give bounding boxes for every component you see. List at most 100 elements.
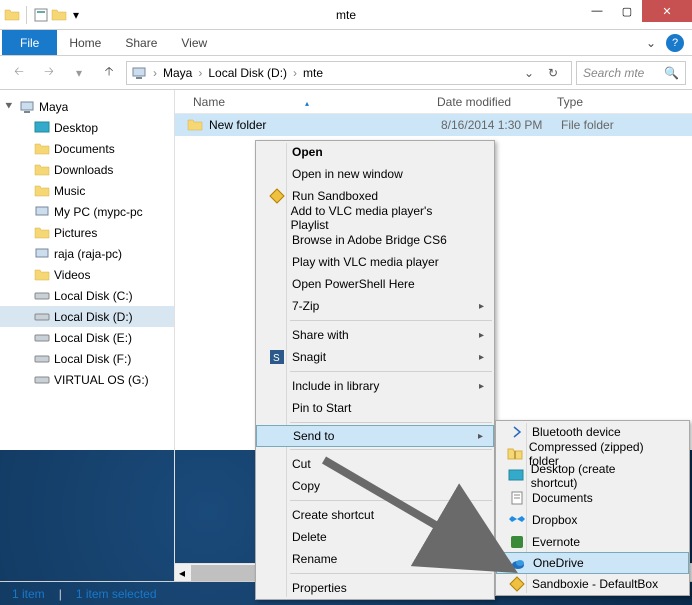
disk-icon (34, 351, 50, 367)
sendto-menu-label: OneDrive (531, 556, 584, 570)
videos-icon (34, 267, 50, 283)
context-menu-item[interactable]: Copy (256, 475, 494, 497)
address-dropdown-icon[interactable]: ⌄ (519, 63, 539, 83)
column-name[interactable]: Name▴ (187, 95, 431, 109)
sidebar-item-disk-g[interactable]: VIRTUAL OS (G:) (0, 369, 174, 390)
close-button[interactable]: ✕ (642, 0, 692, 22)
sendto-menu-item[interactable]: Documents (496, 487, 689, 509)
context-menu-item[interactable]: Delete (256, 526, 494, 548)
context-menu-item[interactable]: SSnagit▸ (256, 346, 494, 368)
up-button[interactable]: 🡡 (96, 60, 122, 86)
sidebar-item-downloads[interactable]: Downloads (0, 159, 174, 180)
context-menu-label: Add to VLC media player's Playlist (289, 204, 464, 232)
context-menu-item[interactable]: Open (256, 141, 494, 163)
zip-icon (504, 446, 527, 462)
disk-icon (34, 330, 50, 346)
breadcrumb[interactable]: › Maya › Local Disk (D:) › mte ⌄ ↻ (126, 61, 572, 85)
sidebar-item-desktop[interactable]: Desktop (0, 117, 174, 138)
sandboxie-icon (504, 576, 530, 592)
context-menu-item[interactable]: Open PowerShell Here (256, 273, 494, 295)
sendto-menu-item[interactable]: Evernote (496, 531, 689, 553)
network-pc-icon (34, 246, 50, 262)
context-menu-label: Delete (290, 530, 327, 544)
file-tab[interactable]: File (2, 30, 57, 55)
maximize-button[interactable]: ▢ (612, 0, 642, 22)
qat-dropdown-icon[interactable]: ▾ (69, 8, 83, 22)
context-menu-item[interactable]: Properties (256, 577, 494, 599)
file-date: 8/16/2014 1:30 PM (441, 118, 561, 132)
sidebar-item-disk-c[interactable]: Local Disk (C:) (0, 285, 174, 306)
disk-icon (34, 309, 50, 325)
context-menu-item[interactable]: Share with▸ (256, 324, 494, 346)
sendto-menu-label: Desktop (create shortcut) (529, 462, 659, 490)
breadcrumb-disk[interactable]: Local Disk (D:) (204, 66, 291, 80)
tab-share[interactable]: Share (113, 30, 169, 55)
context-menu-item[interactable]: Add to VLC media player's Playlist (256, 207, 494, 229)
sidebar-item-documents[interactable]: Documents (0, 138, 174, 159)
context-menu-label: Snagit (290, 350, 326, 364)
dropbox-icon (504, 512, 530, 528)
sendto-menu-item[interactable]: Dropbox (496, 509, 689, 531)
context-menu-item[interactable]: Include in library▸ (256, 375, 494, 397)
music-icon (34, 183, 50, 199)
breadcrumb-maya[interactable]: Maya (159, 66, 196, 80)
title-bar: ▾ mte — ▢ ✕ (0, 0, 692, 30)
breadcrumb-mte[interactable]: mte (299, 66, 327, 80)
ribbon-expand-icon[interactable]: ⌄ (642, 34, 660, 52)
context-menu-item[interactable]: Play with VLC media player (256, 251, 494, 273)
back-button[interactable]: 🡠 (6, 60, 32, 86)
context-menu-item[interactable]: Rename (256, 548, 494, 570)
forward-button[interactable]: 🡢 (36, 60, 62, 86)
tab-home[interactable]: Home (57, 30, 113, 55)
submenu-arrow-icon: ▸ (479, 352, 484, 363)
tab-view[interactable]: View (169, 30, 219, 55)
sendto-menu-item[interactable]: Desktop (create shortcut) (496, 465, 689, 487)
sidebar-item-pictures[interactable]: Pictures (0, 222, 174, 243)
disk-icon (34, 372, 50, 388)
context-menu-label: Play with VLC media player (290, 255, 439, 269)
search-input[interactable]: Search mte 🔍 (576, 61, 686, 85)
table-row[interactable]: New folder 8/16/2014 1:30 PM File folder (175, 114, 692, 136)
context-menu-item[interactable]: Send to▸ (256, 425, 494, 447)
context-menu-item[interactable]: Open in new window (256, 163, 494, 185)
pictures-icon (34, 225, 50, 241)
computer-icon (131, 65, 147, 81)
submenu-arrow-icon: ▸ (479, 301, 484, 312)
bluetooth-icon (504, 424, 530, 440)
context-menu-item[interactable]: Browse in Adobe Bridge CS6 (256, 229, 494, 251)
sendto-menu-item[interactable]: OneDrive (496, 552, 689, 574)
sidebar-item-disk-f[interactable]: Local Disk (F:) (0, 348, 174, 369)
refresh-icon[interactable]: ↻ (543, 63, 563, 83)
sidebar-item-music[interactable]: Music (0, 180, 174, 201)
sidebar-item-disk-e[interactable]: Local Disk (E:) (0, 327, 174, 348)
context-menu-label: Properties (290, 581, 347, 595)
context-menu-label: Send to (291, 429, 334, 443)
new-folder-icon[interactable] (51, 7, 67, 23)
help-icon[interactable]: ? (666, 34, 684, 52)
context-menu-label: Pin to Start (290, 401, 351, 415)
folder-icon (4, 7, 20, 23)
properties-icon[interactable] (33, 7, 49, 23)
recent-dropdown[interactable]: ▾ (66, 60, 92, 86)
minimize-button[interactable]: — (582, 0, 612, 22)
context-menu-item[interactable]: Cut (256, 453, 494, 475)
column-date[interactable]: Date modified (431, 95, 551, 109)
context-menu-item[interactable]: Pin to Start (256, 397, 494, 419)
window-title: mte (336, 8, 356, 22)
context-menu-label: 7-Zip (290, 299, 319, 313)
context-menu-item[interactable]: 7-Zip ▸ (256, 295, 494, 317)
computer-icon (19, 99, 35, 115)
column-type[interactable]: Type (551, 95, 692, 109)
navigation-pane: ⯆ Maya Desktop Documents Downloads Music… (0, 90, 175, 581)
sidebar-item-mypc[interactable]: My PC (mypc-pc (0, 201, 174, 222)
tree-root-maya[interactable]: ⯆ Maya (0, 96, 174, 117)
sendto-menu-item[interactable]: Sandboxie - DefaultBox (496, 573, 689, 595)
onedrive-icon (505, 555, 531, 571)
sidebar-item-raja[interactable]: raja (raja-pc) (0, 243, 174, 264)
divider (26, 6, 27, 24)
sidebar-item-videos[interactable]: Videos (0, 264, 174, 285)
ribbon: File Home Share View ⌄ ? (0, 30, 692, 56)
search-icon[interactable]: 🔍 (664, 66, 679, 80)
sidebar-item-disk-d[interactable]: Local Disk (D:) (0, 306, 174, 327)
context-menu-item[interactable]: Create shortcut (256, 504, 494, 526)
